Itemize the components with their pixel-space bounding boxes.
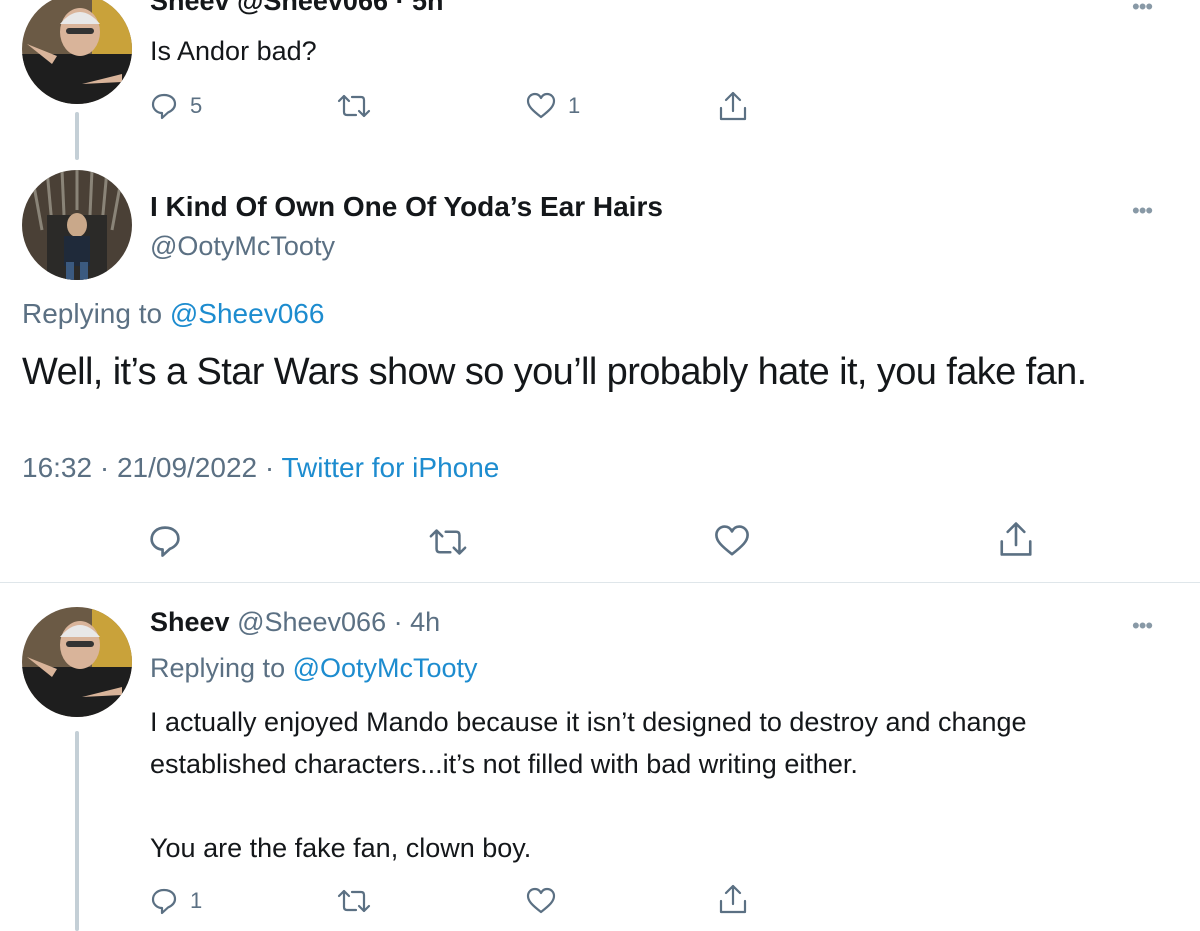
tweet-3[interactable]: Sheev @Sheev066 · 4h ••• Replying to @Oo… xyxy=(0,583,1200,931)
share-icon xyxy=(719,91,747,121)
avatar-sheev-image xyxy=(22,607,132,717)
avatar-ootymctooty[interactable] xyxy=(22,170,132,280)
retweet-button[interactable] xyxy=(428,526,468,558)
like-count: 1 xyxy=(568,93,581,118)
heart-icon xyxy=(715,525,749,556)
source-link[interactable]: Twitter for iPhone xyxy=(281,452,499,483)
reply-button[interactable]: 5 xyxy=(150,92,202,120)
handle[interactable]: @OotyMcTooty xyxy=(150,231,335,262)
tweet-2-text: Well, it’s a Star Wars show so you’ll pr… xyxy=(22,351,1087,393)
tweet-1-text: Is Andor bad? xyxy=(150,36,317,66)
avatar-sheev-image xyxy=(22,0,132,104)
avatar-sheev[interactable] xyxy=(22,0,132,104)
reply-count: 5 xyxy=(190,93,203,118)
share-icon xyxy=(719,884,747,914)
like-button[interactable] xyxy=(526,887,556,915)
tweet-3-text-line-2: established characters...it’s not filled… xyxy=(150,749,858,779)
display-name[interactable]: I Kind Of Own One Of Yoda’s Ear Hairs xyxy=(150,191,663,223)
heart-icon xyxy=(526,887,556,914)
display-name[interactable]: Sheev xyxy=(150,607,230,637)
replying-to-line: Replying to @Sheev066 xyxy=(22,298,324,330)
reply-button[interactable]: 1 xyxy=(150,887,202,915)
share-button[interactable] xyxy=(718,883,748,915)
timestamp: 16:32 · 21/09/2022 · xyxy=(22,452,275,483)
replying-to-handle[interactable]: @Sheev066 xyxy=(170,298,325,329)
share-button[interactable] xyxy=(718,90,748,122)
like-button[interactable] xyxy=(714,524,750,558)
reply-count: 1 xyxy=(190,888,203,913)
heart-icon xyxy=(526,92,556,119)
share-button[interactable] xyxy=(998,520,1034,558)
tweet-3-text-line-1: I actually enjoyed Mando because it isn’… xyxy=(150,707,1027,737)
tweet-3-text-line-3: You are the fake fan, clown boy. xyxy=(150,833,532,863)
avatar-sheev[interactable] xyxy=(22,607,132,717)
share-icon xyxy=(1000,522,1032,556)
tweet-1-header-text: Sheev @Sheev066 · 5h xyxy=(150,0,444,16)
retweet-icon xyxy=(337,889,371,913)
more-options-icon[interactable]: ••• xyxy=(1132,615,1153,637)
more-options-icon[interactable]: ••• xyxy=(1132,0,1153,18)
thread-line xyxy=(75,731,79,931)
thread-line xyxy=(75,112,79,160)
retweet-button[interactable] xyxy=(337,92,371,120)
tweet-1-header: Sheev @Sheev066 · 5h xyxy=(150,0,443,17)
tweet-1[interactable]: Sheev @Sheev066 · 5h ••• Is Andor bad? 5… xyxy=(0,0,1200,160)
reply-icon xyxy=(151,888,177,915)
reply-button[interactable] xyxy=(148,524,182,558)
reply-icon xyxy=(151,93,177,120)
replying-prefix: Replying to xyxy=(22,298,163,329)
timestamp-line: 16:32 · 21/09/2022 · Twitter for iPhone xyxy=(22,452,499,484)
handle-time: @Sheev066 · 4h xyxy=(237,607,441,637)
retweet-icon xyxy=(337,94,371,118)
retweet-icon xyxy=(429,529,467,555)
more-options-icon[interactable]: ••• xyxy=(1132,200,1153,222)
retweet-button[interactable] xyxy=(337,887,371,915)
tweet-3-header: Sheev @Sheev066 · 4h xyxy=(150,607,440,638)
replying-to-line: Replying to @OotyMcTooty xyxy=(150,653,478,684)
avatar-ootymctooty-image xyxy=(22,170,132,280)
tweet-2[interactable]: I Kind Of Own One Of Yoda’s Ear Hairs @O… xyxy=(0,160,1200,582)
replying-prefix: Replying to xyxy=(150,653,286,683)
like-button[interactable]: 1 xyxy=(526,92,580,120)
reply-icon xyxy=(150,526,180,557)
replying-to-handle[interactable]: @OotyMcTooty xyxy=(293,653,478,683)
